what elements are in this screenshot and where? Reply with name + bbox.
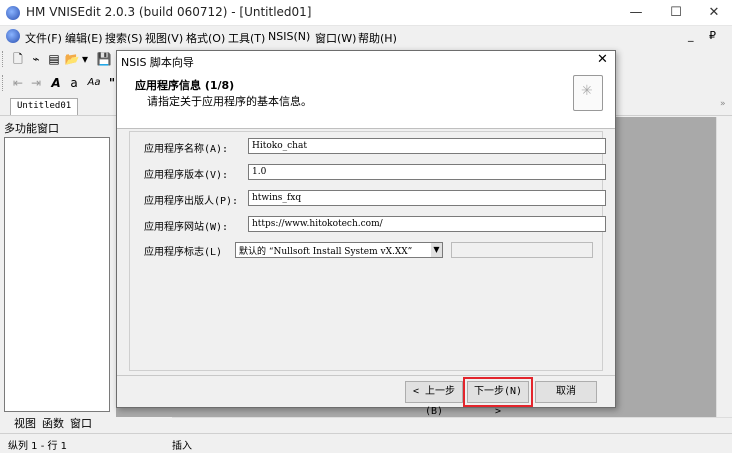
vertical-scrollbar[interactable] xyxy=(716,117,732,417)
multi-function-panel-title: 多功能窗口 xyxy=(4,122,59,135)
step-description: 请指定关于应用程序的基本信息。 xyxy=(147,95,312,108)
app-publisher-label: 应用程序出版人(P): xyxy=(144,196,239,207)
app-name-input[interactable] xyxy=(248,138,606,154)
outdent-icon[interactable]: ⇤ xyxy=(10,75,26,91)
app-logo-select[interactable]: 默认的 “Nullsoft Install System vX.XX” xyxy=(235,242,443,258)
cancel-button[interactable]: 取消 xyxy=(535,381,597,403)
mdi-window-controls[interactable]: _ ₽ × xyxy=(688,29,732,42)
menu-file[interactable]: 文件(F) xyxy=(25,30,62,46)
save-icon[interactable]: 💾 xyxy=(96,51,112,67)
cursor-position: 纵列 1 - 行 1 xyxy=(8,441,68,452)
status-bar xyxy=(0,433,732,453)
uppercase-icon[interactable]: A xyxy=(48,75,64,91)
app-website-input[interactable] xyxy=(248,216,606,232)
lowercase-icon[interactable]: a xyxy=(66,75,82,91)
insert-mode: 插入 xyxy=(172,441,192,452)
dialog-close-icon[interactable]: ✕ xyxy=(597,52,608,67)
dropdown-arrow-icon[interactable]: ▾ xyxy=(80,51,90,67)
toolbar-standard: 🗋 ⌁ ▤ 📂 ▾ 💾 xyxy=(0,47,120,71)
template-icon[interactable]: ▤ xyxy=(46,51,62,67)
close-button[interactable]: ✕ xyxy=(694,0,732,26)
app-version-label: 应用程序版本(V): xyxy=(144,170,229,181)
tab-view[interactable]: 视图 xyxy=(14,415,36,431)
toggle-case-icon[interactable]: Aa xyxy=(84,75,104,91)
chevron-down-icon[interactable]: ▼ xyxy=(431,243,442,257)
open-folder-icon[interactable]: 📂 xyxy=(64,51,80,67)
next-button-highlight xyxy=(463,377,533,407)
document-icon[interactable] xyxy=(6,29,20,43)
menu-help[interactable]: 帮助(H) xyxy=(358,30,397,46)
panel-bottom-tabs: 视图 函数 窗口 xyxy=(4,412,112,432)
wizard-icon[interactable]: ⌁ xyxy=(28,51,44,67)
dialog-title: NSIS 脚本向导 xyxy=(121,56,194,69)
new-file-icon[interactable]: 🗋 xyxy=(10,51,26,67)
toolbar-grip[interactable] xyxy=(2,51,6,67)
menu-format[interactable]: 格式(O) xyxy=(186,30,225,46)
window-title: HM VNISEdit 2.0.3 (build 060712) - [Unti… xyxy=(26,5,312,19)
app-publisher-input[interactable] xyxy=(248,190,606,206)
step-heading: 应用程序信息 (1/8) xyxy=(135,79,235,92)
menu-view[interactable]: 视图(V) xyxy=(145,30,183,46)
tab-functions[interactable]: 函数 xyxy=(42,415,64,431)
app-name-label: 应用程序名称(A): xyxy=(144,144,229,155)
multi-function-panel[interactable] xyxy=(4,137,110,412)
back-button[interactable]: < 上一步(B) xyxy=(405,381,463,417)
menu-tools[interactable]: 工具(T) xyxy=(228,30,265,46)
toolbar-grip[interactable] xyxy=(2,75,6,91)
app-icon xyxy=(6,6,20,20)
menu-search[interactable]: 搜索(S) xyxy=(105,30,143,46)
toolbar-format: ⇤ ⇥ A a Aa " xyxy=(0,71,120,95)
app-logo-custom-field xyxy=(451,242,593,258)
app-version-input[interactable] xyxy=(248,164,606,180)
indent-icon[interactable]: ⇥ xyxy=(28,75,44,91)
maximize-button[interactable]: ☐ xyxy=(656,0,696,26)
minimize-button[interactable]: — xyxy=(616,0,656,26)
app-website-label: 应用程序网站(W): xyxy=(144,222,229,233)
app-logo-label: 应用程序标志(L) xyxy=(144,247,223,258)
tab-untitled01[interactable]: Untitled01 xyxy=(10,98,79,115)
sparkle-icon: ✳ xyxy=(581,83,593,99)
nsis-script-wizard-dialog: NSIS 脚本向导 ✕ 应用程序信息 (1/8) 请指定关于应用程序的基本信息。… xyxy=(116,50,616,417)
horizontal-scrollbar[interactable] xyxy=(172,417,732,433)
dialog-divider xyxy=(117,375,615,376)
menu-edit[interactable]: 编辑(E) xyxy=(65,30,103,46)
menu-window[interactable]: 窗口(W) xyxy=(315,30,356,46)
tab-windows[interactable]: 窗口 xyxy=(70,415,92,431)
tab-overflow-icon[interactable]: » xyxy=(720,99,726,109)
menu-nsis[interactable]: NSIS(N) xyxy=(268,30,310,43)
